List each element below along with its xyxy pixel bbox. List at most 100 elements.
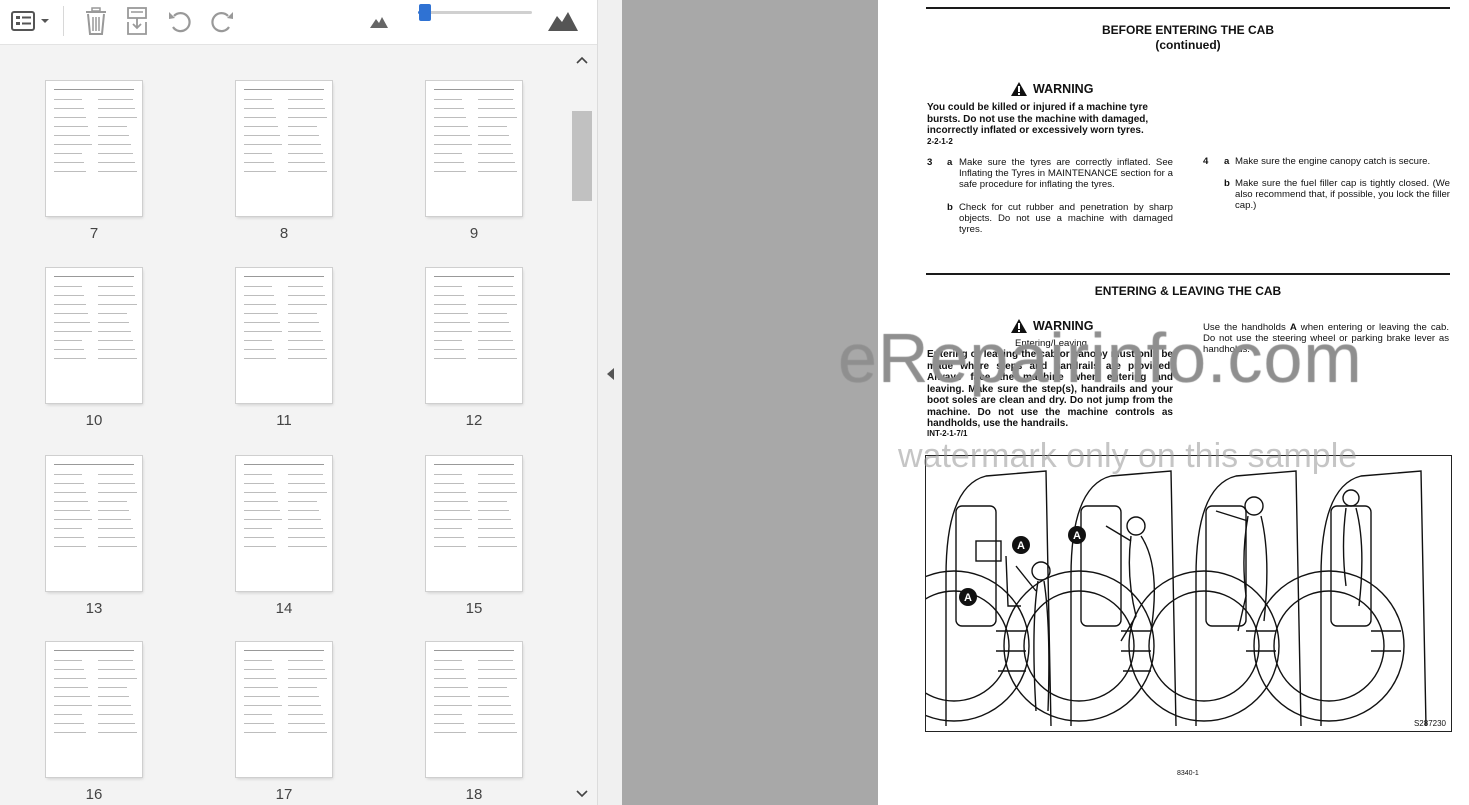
page-thumbnail[interactable] [46, 456, 142, 591]
thumbnail-text-line [478, 474, 513, 475]
thumbnail-text-line [478, 358, 517, 359]
zoom-slider-thumb[interactable] [419, 4, 432, 21]
thumbnail-text-line [244, 705, 282, 706]
page-thumbnail[interactable] [236, 642, 332, 777]
thumbnail-text-line [288, 483, 325, 484]
thumbnail-text-line [478, 696, 509, 697]
thumbnail-text-line [288, 358, 327, 359]
thumbnail-text-line [434, 492, 466, 493]
thumbnail-text-line [244, 304, 276, 305]
page-thumbnail[interactable] [46, 268, 142, 403]
page-number-label: 12 [465, 412, 483, 429]
scrollbar-thumb[interactable] [572, 111, 592, 201]
panel-divider[interactable] [597, 0, 623, 805]
thumbnail-text-line [434, 322, 470, 323]
page-thumbnail[interactable] [46, 81, 142, 216]
thumbnail-text-line [288, 99, 323, 100]
delete-button[interactable] [80, 6, 112, 36]
thumbnail-text-line [244, 162, 274, 163]
rotate-left-button[interactable] [164, 6, 196, 36]
thumbnail-text-line [478, 295, 515, 296]
thumbnail-text-line [54, 162, 84, 163]
rotate-right-button[interactable] [206, 6, 238, 36]
thumbnail-text-line [98, 678, 137, 679]
thumbnail-text-line [478, 732, 517, 733]
thumbnail-text-line [288, 546, 327, 547]
thumbnail-text-line [54, 135, 90, 136]
thumbnail-text-line [98, 135, 129, 136]
thumbnail-text-line [288, 108, 325, 109]
step-3b-letter: b [947, 202, 953, 213]
page-thumbnail[interactable] [426, 456, 522, 591]
page-thumbnail[interactable] [426, 642, 522, 777]
page-number-label: 7 [89, 225, 99, 242]
thumbnail-header-rule [434, 276, 514, 277]
thumbnail-text-line [244, 474, 272, 475]
extract-pages-button[interactable] [122, 6, 152, 36]
view-options-icon [11, 11, 49, 31]
thumbnail-text-line [434, 126, 468, 127]
thumbnail-scrollbar[interactable] [572, 45, 592, 805]
thumbnail-text-line [98, 349, 135, 350]
collapse-panel-button[interactable] [604, 366, 618, 382]
thumbnail-text-line [478, 313, 507, 314]
thumbnail-text-line [244, 286, 272, 287]
thumbnail-text-line [478, 519, 511, 520]
warning-label-1: WARNING [1033, 82, 1094, 96]
thumbnail-text-line [434, 340, 462, 341]
thumbnail-text-line [54, 528, 82, 529]
page-thumbnail[interactable] [426, 81, 522, 216]
zoom-in-button[interactable] [546, 6, 580, 36]
page-thumbnail[interactable] [426, 268, 522, 403]
page-number-label: 9 [469, 225, 479, 242]
rotate-right-icon [211, 12, 233, 33]
thumbnail-text-line [244, 660, 272, 661]
thumbnail-text-line [54, 660, 82, 661]
thumbnail-text-line [288, 492, 327, 493]
thumbnail-text-line [434, 501, 468, 502]
view-options-button[interactable] [8, 6, 54, 36]
thumbnail-text-line [244, 349, 274, 350]
thumbnail-text-line [288, 135, 319, 136]
thumbnail-text-line [244, 678, 276, 679]
page-number-label: 10 [85, 412, 103, 429]
page-thumbnail[interactable] [236, 81, 332, 216]
page-thumbnail[interactable] [46, 642, 142, 777]
large-mountain-icon [548, 12, 578, 31]
thumbnail-text-line [434, 705, 472, 706]
thumbnail-text-line [288, 660, 323, 661]
page-thumbnail[interactable] [236, 268, 332, 403]
thumbnail-text-line [434, 546, 466, 547]
thumbnail-text-line [288, 519, 321, 520]
step-4a-text: Make sure the engine canopy catch is sec… [1235, 156, 1431, 167]
thumbnail-text-line [54, 340, 82, 341]
thumbnail-text-line [54, 537, 84, 538]
warning-code-1: 2-2-1-2 [927, 137, 953, 146]
thumbnail-text-line [244, 669, 274, 670]
thumbnail-text-line [244, 171, 276, 172]
thumbnail-text-line [54, 723, 84, 724]
thumbnail-panel[interactable]: 7 8 9 10 11 12 13 14 15 16 17 18 [0, 45, 597, 805]
page-number-label: 16 [85, 786, 103, 803]
page-thumbnail[interactable] [236, 456, 332, 591]
thumbnail-text-line [434, 519, 472, 520]
thumbnail-text-line [478, 510, 509, 511]
thumbnail-text-line [434, 537, 464, 538]
thumbnail-text-line [244, 510, 280, 511]
thumbnail-text-line [98, 519, 131, 520]
thumbnail-text-line [478, 546, 517, 547]
section-rule [926, 273, 1450, 275]
thumbnail-text-line [244, 358, 276, 359]
zoom-slider-track[interactable] [418, 4, 532, 21]
scroll-up-arrow-icon[interactable] [574, 53, 590, 67]
thumbnail-text-line [98, 723, 135, 724]
thumbnail-text-line [288, 349, 325, 350]
thumbnail-text-line [98, 171, 137, 172]
thumbnail-text-line [98, 474, 133, 475]
thumbnail-text-line [478, 108, 515, 109]
thumbnail-text-line [54, 313, 88, 314]
zoom-out-button[interactable] [368, 6, 390, 36]
thumbnail-text-line [434, 304, 466, 305]
toolbar [0, 0, 597, 45]
scroll-down-arrow-icon[interactable] [574, 787, 590, 801]
